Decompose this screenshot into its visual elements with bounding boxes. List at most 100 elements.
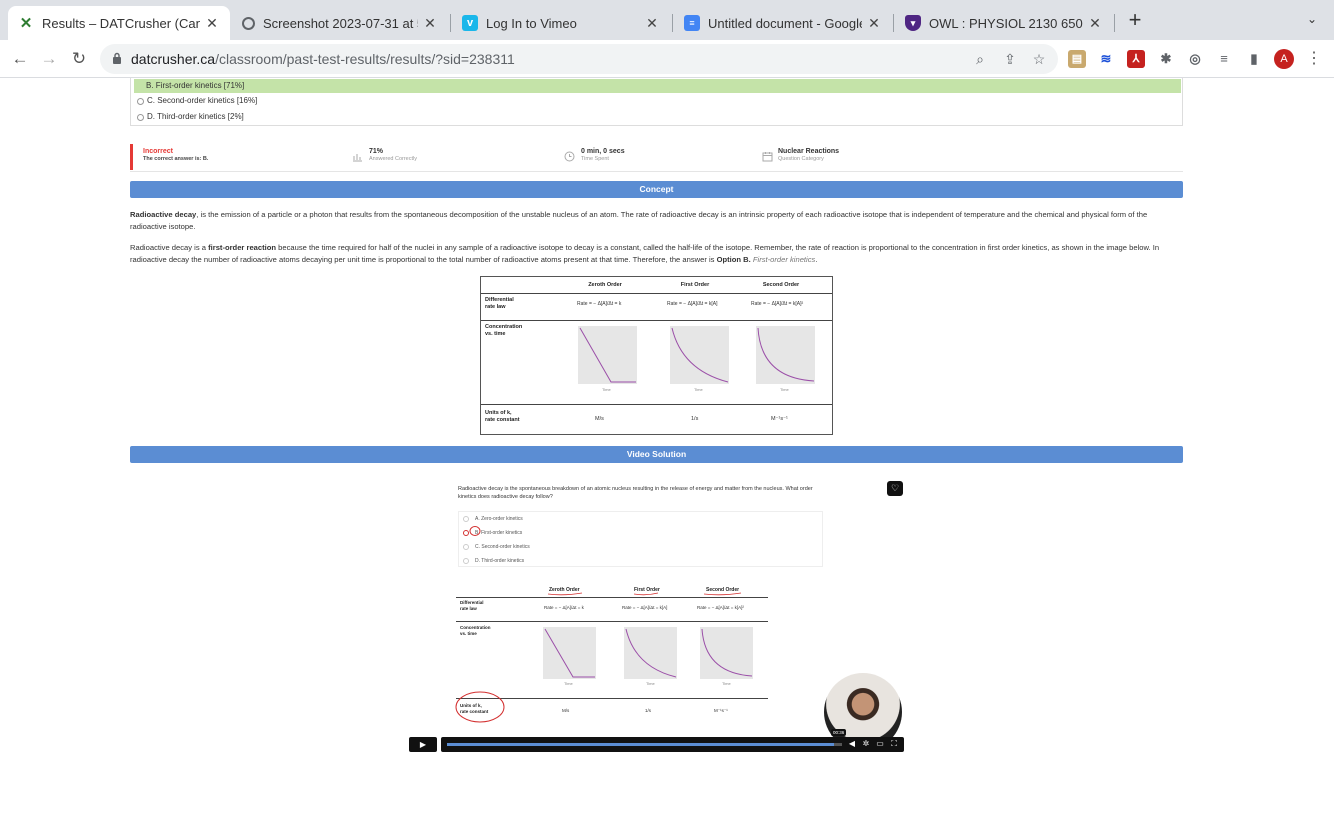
- second-order-graph: [700, 627, 753, 679]
- result-status: Incorrect: [143, 148, 173, 155]
- tab-screenshot[interactable]: Screenshot 2023-07-31 at 5.0 ✕: [232, 6, 448, 40]
- close-icon[interactable]: ✕: [422, 15, 438, 31]
- fullscreen-icon[interactable]: ⛶: [889, 739, 899, 749]
- tab-google-docs[interactable]: ≡ Untitled document - Google Do ✕: [674, 6, 892, 40]
- answer-option-c[interactable]: C. Second-order kinetics [16%]: [134, 94, 1181, 108]
- profile-avatar[interactable]: A: [1274, 49, 1294, 69]
- row-label-line: rate law: [485, 304, 506, 310]
- radio-button[interactable]: [137, 113, 144, 121]
- x-axis-label: Time: [564, 681, 573, 686]
- percent-correct: 71%: [369, 148, 384, 155]
- chevron-down-icon[interactable]: ⌄: [1303, 12, 1321, 30]
- video-option-text: A. Zero-order kinetics: [475, 516, 523, 522]
- answer-option-d[interactable]: D. Third-order kinetics [2%]: [134, 110, 1181, 124]
- formula: Rate = − Δ[A]/Δt = k[A]²: [697, 605, 744, 610]
- star-icon[interactable]: ☆: [1031, 51, 1047, 67]
- settings-icon[interactable]: ✲: [861, 739, 871, 749]
- tab-datcrusher[interactable]: ✕ Results – DATCrusher (Canadia ✕: [8, 6, 230, 40]
- close-icon[interactable]: ✕: [1087, 15, 1103, 31]
- vimeo-icon: v: [462, 15, 478, 31]
- close-icon[interactable]: ✕: [204, 15, 220, 31]
- kinetics-table: Zeroth Order First Order Second Order Di…: [480, 276, 833, 435]
- zeroth-order-curve: [579, 327, 636, 383]
- row-label-line: vs. time: [485, 331, 506, 337]
- correct-answer-text: The correct answer is: B.: [143, 156, 209, 162]
- heart-icon[interactable]: ♡: [887, 481, 903, 496]
- row-label: Differential rate law: [485, 297, 514, 311]
- row-label: Units of k, rate constant: [485, 410, 520, 424]
- close-icon[interactable]: ✕: [866, 15, 882, 31]
- concept-text: because the time required for half of th…: [130, 243, 1160, 264]
- tab-title: Screenshot 2023-07-31 at 5.0: [263, 15, 418, 31]
- side-panel-icon[interactable]: ▮: [1245, 50, 1263, 68]
- formula: Rate = − Δ[A]/Δt = k: [577, 301, 622, 307]
- concept-text: , is the emission of a particle or a pho…: [130, 210, 1148, 231]
- row-label-line: rate law: [460, 606, 477, 611]
- time-label: Time Spent: [581, 156, 609, 162]
- extension-leaf-icon[interactable]: ◎: [1186, 50, 1204, 68]
- unit: M/s: [595, 416, 604, 422]
- concept-term: first-order reaction: [208, 243, 277, 252]
- url-text: datcrusher.ca/classroom/past-test-result…: [131, 51, 515, 67]
- tab-owl[interactable]: ▾ OWL : PHYSIOL 2130 650 SU2 ✕: [895, 6, 1113, 40]
- zoom-icon[interactable]: ⌕: [972, 51, 988, 67]
- video-options: A. Zero-order kinetics B. First-order ki…: [458, 511, 823, 567]
- page-content: B. First-order kinetics [71%] C. Second-…: [0, 78, 1334, 834]
- first-order-graph: [624, 627, 677, 679]
- share-icon[interactable]: ⇪: [1002, 51, 1018, 67]
- table-header: Second Order: [762, 282, 800, 288]
- control-bar: 00:36 ◀ ✲ ▭ ⛶: [441, 729, 904, 752]
- play-icon[interactable]: ▶: [409, 737, 437, 752]
- unit: M/s: [562, 708, 570, 713]
- answer-option-b[interactable]: B. First-order kinetics [71%]: [134, 79, 1181, 93]
- video-option-text: B. First-order kinetics: [475, 530, 523, 536]
- concept-header: Concept: [130, 181, 1183, 198]
- video-option: A. Zero-order kinetics: [463, 516, 523, 522]
- extension-notes-icon[interactable]: ▤: [1068, 50, 1086, 68]
- row-label: Concentration vs. time: [460, 625, 491, 637]
- reload-icon[interactable]: ↻: [68, 48, 90, 70]
- new-tab-icon[interactable]: +: [1124, 9, 1146, 32]
- zeroth-order-curve: [544, 628, 595, 678]
- progress-fill: [447, 743, 835, 746]
- video-option: D. Third-order kinetics: [463, 558, 524, 564]
- second-order-curve: [757, 327, 815, 382]
- google-docs-icon: ≡: [684, 15, 700, 31]
- address-bar[interactable]: datcrusher.ca/classroom/past-test-result…: [100, 44, 1058, 74]
- bar-chart-icon: [353, 154, 362, 162]
- category-label: Question Category: [778, 156, 824, 162]
- back-arrow-icon[interactable]: ←: [9, 48, 31, 70]
- table-rule: [481, 320, 832, 321]
- annotation-underlines: [547, 592, 742, 596]
- video-player[interactable]: ♡ Radioactive decay is the spontaneous b…: [406, 473, 907, 755]
- table-header: Zeroth Order: [588, 282, 622, 288]
- unit: 1/s: [691, 416, 699, 422]
- answer-label: B. First-order kinetics [71%]: [146, 81, 245, 90]
- tab-vimeo[interactable]: v Log In to Vimeo ✕: [452, 6, 670, 40]
- zeroth-order-graph: [543, 627, 596, 679]
- tab-divider: [672, 14, 673, 32]
- radio-button[interactable]: [137, 97, 144, 105]
- reading-list-icon[interactable]: ≡: [1215, 50, 1233, 68]
- concept-paragraph-1: Radioactive decay, is the emission of a …: [130, 209, 1183, 233]
- table-header: First Order: [680, 282, 710, 288]
- result-stat: Incorrect The correct answer is: B.: [143, 148, 208, 176]
- forward-arrow-icon[interactable]: →: [38, 48, 60, 70]
- concept-term: Radioactive decay: [130, 210, 197, 219]
- extension-wave-icon[interactable]: ≋: [1097, 50, 1115, 68]
- extensions-puzzle-icon[interactable]: ✱: [1157, 50, 1175, 68]
- menu-icon[interactable]: ⋮: [1306, 49, 1322, 69]
- x-axis-label: Time: [694, 387, 703, 392]
- table-rule: [481, 293, 832, 294]
- progress-bar[interactable]: [447, 743, 842, 746]
- formula: Rate = − Δ[A]/Δt = k: [544, 605, 584, 610]
- second-order-graph: [756, 326, 815, 384]
- answer-label: C. Second-order kinetics [16%]: [147, 96, 258, 105]
- pip-icon[interactable]: ▭: [875, 739, 885, 749]
- annotation-circle: [455, 691, 505, 723]
- x-axis-label: Time: [722, 681, 731, 686]
- extension-pdf-icon[interactable]: ⅄: [1127, 50, 1145, 68]
- close-icon[interactable]: ✕: [644, 15, 660, 31]
- volume-icon[interactable]: ◀: [847, 739, 857, 749]
- datcrusher-icon: ✕: [19, 15, 33, 32]
